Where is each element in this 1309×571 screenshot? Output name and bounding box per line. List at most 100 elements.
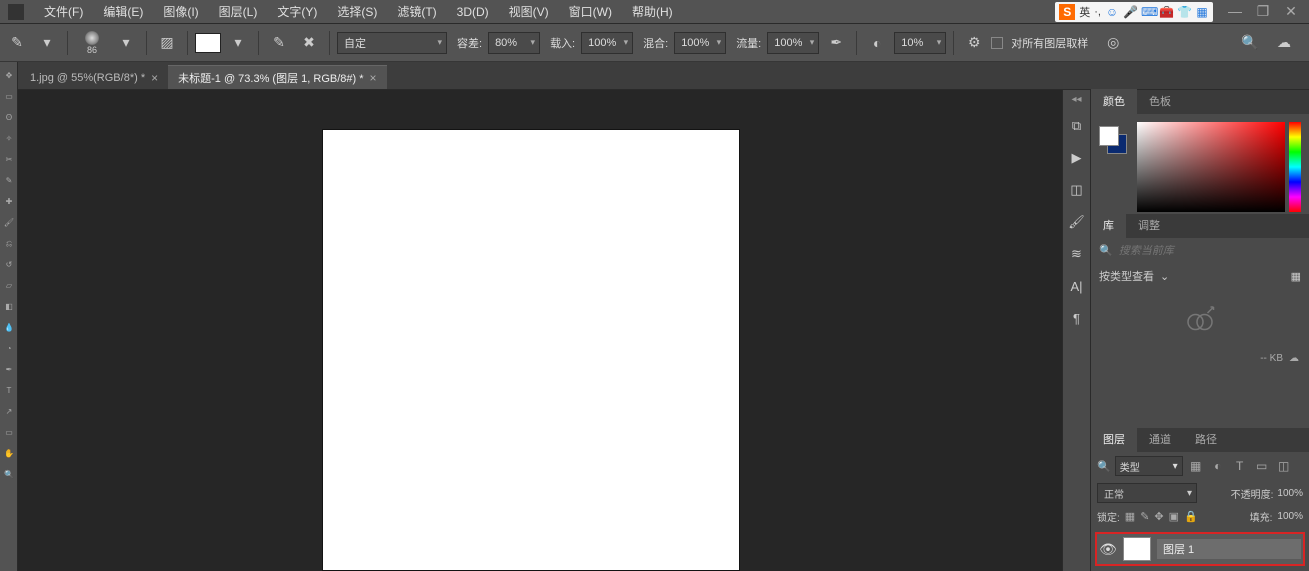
- swatch-dropdown[interactable]: ▾: [225, 30, 251, 56]
- stroke-erase-icon[interactable]: ✖: [296, 30, 322, 56]
- ime-keyboard-icon[interactable]: ⌨: [1141, 5, 1155, 19]
- ime-mic-icon[interactable]: 🎤: [1123, 5, 1137, 19]
- gear-icon[interactable]: ⚙: [961, 30, 987, 56]
- tool-dodge[interactable]: ◔: [0, 339, 18, 358]
- share-icon[interactable]: ☁: [1271, 30, 1297, 56]
- ime-skin-icon[interactable]: 👕: [1177, 5, 1191, 19]
- tool-crop[interactable]: ✂: [0, 150, 18, 169]
- filter-adjust-icon[interactable]: ◐: [1209, 457, 1227, 475]
- tool-stamp[interactable]: ⎌: [0, 234, 18, 253]
- grid-view-icon[interactable]: ▦: [1291, 270, 1301, 283]
- flow-dropdown[interactable]: 100%▾: [767, 32, 819, 54]
- menu-layer[interactable]: 图层(L): [209, 0, 268, 23]
- menu-help[interactable]: 帮助(H): [622, 0, 683, 23]
- tool-text[interactable]: T: [0, 381, 18, 400]
- filter-search-icon[interactable]: 🔍: [1097, 460, 1111, 473]
- lock-all-icon[interactable]: 🔒: [1184, 510, 1198, 523]
- ime-face-icon[interactable]: ☺: [1105, 5, 1119, 19]
- menu-text[interactable]: 文字(Y): [267, 0, 327, 23]
- color-picker[interactable]: [1137, 122, 1301, 212]
- hue-slider[interactable]: [1289, 122, 1301, 212]
- menu-filter[interactable]: 滤镜(T): [387, 0, 446, 23]
- panel-icon-brushes[interactable]: 🖌: [1067, 212, 1087, 232]
- tool-eraser[interactable]: ▱: [0, 276, 18, 295]
- ime-lang-label[interactable]: 英: [1079, 4, 1090, 20]
- panel-icon-brush-settings[interactable]: ≋: [1067, 244, 1087, 264]
- lock-artboard-icon[interactable]: ▣: [1169, 510, 1179, 523]
- tab-adjustments[interactable]: 调整: [1126, 213, 1172, 238]
- tool-lasso[interactable]: ʘ: [0, 108, 18, 127]
- layer-item-1[interactable]: 👁 图层 1: [1095, 532, 1305, 566]
- tab-channels[interactable]: 通道: [1137, 427, 1183, 452]
- brush-panel-icon[interactable]: ▨: [154, 30, 180, 56]
- wet-dropdown[interactable]: 10%▾: [894, 32, 946, 54]
- tab-library[interactable]: 库: [1091, 213, 1126, 238]
- foreground-color[interactable]: [1099, 126, 1119, 146]
- window-minimize-icon[interactable]: —: [1225, 3, 1245, 20]
- window-close-icon[interactable]: ✕: [1281, 3, 1301, 20]
- menu-edit[interactable]: 编辑(E): [93, 0, 153, 23]
- library-search-input[interactable]: [1119, 245, 1301, 257]
- tool-preset-dropdown[interactable]: ▾: [34, 30, 60, 56]
- canvas-area[interactable]: [0, 90, 1062, 571]
- sample-all-checkbox[interactable]: [991, 37, 1003, 49]
- panel-icon-actions[interactable]: ▶: [1067, 148, 1087, 168]
- opacity-value[interactable]: 100%: [1277, 488, 1303, 499]
- tool-indicator-icon[interactable]: ✎: [4, 30, 30, 56]
- blend-mode-dropdown[interactable]: 正常 ▾: [1097, 483, 1197, 503]
- tool-shape[interactable]: ▭: [0, 423, 18, 442]
- lock-position-icon[interactable]: ✥: [1154, 510, 1163, 523]
- ime-toolbar[interactable]: S 英 ·, ☺ 🎤 ⌨ 🧰 👕 ▦: [1055, 2, 1213, 22]
- filter-text-icon[interactable]: T: [1231, 457, 1249, 475]
- document-tab-2[interactable]: 未标题-1 @ 73.3% (图层 1, RGB/8#) * ×: [168, 65, 386, 89]
- menu-image[interactable]: 图像(I): [153, 0, 208, 23]
- collapse-arrow-icon[interactable]: ◂◂: [1071, 94, 1081, 104]
- document-tab-1[interactable]: 1.jpg @ 55%(RGB/8*) * ×: [20, 65, 168, 89]
- tool-path[interactable]: ↗: [0, 402, 18, 421]
- tolerance-dropdown[interactable]: 80%▾: [488, 32, 540, 54]
- filter-smart-icon[interactable]: ◫: [1275, 457, 1293, 475]
- panel-icon-history[interactable]: ⧉: [1067, 116, 1087, 136]
- cloud-sync-icon[interactable]: ☁: [1289, 353, 1299, 364]
- tool-wand[interactable]: ✧: [0, 129, 18, 148]
- load-dropdown[interactable]: 100%▾: [581, 32, 633, 54]
- canvas-page[interactable]: [323, 130, 739, 570]
- tool-gradient[interactable]: ◧: [0, 297, 18, 316]
- panel-icon-properties[interactable]: ◫: [1067, 180, 1087, 200]
- layer-name[interactable]: 图层 1: [1157, 539, 1301, 559]
- ime-toolbox-icon[interactable]: 🧰: [1159, 5, 1173, 19]
- ime-punct-label[interactable]: ·,: [1094, 6, 1101, 18]
- menu-view[interactable]: 视图(V): [499, 0, 559, 23]
- panel-icon-character[interactable]: A|: [1067, 276, 1087, 296]
- close-icon[interactable]: ×: [151, 71, 158, 85]
- foreground-swatch[interactable]: [195, 33, 221, 53]
- tool-blur[interactable]: 💧: [0, 318, 18, 337]
- window-restore-icon[interactable]: ❐: [1253, 3, 1273, 20]
- target-icon[interactable]: ◎: [1100, 30, 1126, 56]
- filter-kind-dropdown[interactable]: 类型 ▾: [1115, 456, 1183, 476]
- lock-pixels-icon[interactable]: ▦: [1125, 510, 1135, 523]
- panel-icon-paragraph[interactable]: ¶: [1067, 308, 1087, 328]
- tool-marquee[interactable]: ▭: [0, 87, 18, 106]
- tab-swatches[interactable]: 色板: [1137, 89, 1183, 114]
- tab-paths[interactable]: 路径: [1183, 427, 1229, 452]
- search-icon[interactable]: 🔍: [1237, 30, 1263, 56]
- tab-layers[interactable]: 图层: [1091, 427, 1137, 452]
- tool-eyedrop[interactable]: ✎: [0, 171, 18, 190]
- stroke-apply-icon[interactable]: ✎: [266, 30, 292, 56]
- layer-visibility-icon[interactable]: 👁: [1099, 541, 1117, 558]
- tab-color[interactable]: 颜色: [1091, 89, 1137, 114]
- menu-file[interactable]: 文件(F): [34, 0, 93, 23]
- brush-dropdown[interactable]: ▾: [113, 30, 139, 56]
- layer-thumbnail[interactable]: [1123, 537, 1151, 561]
- filter-pixel-icon[interactable]: ▦: [1187, 457, 1205, 475]
- menu-select[interactable]: 选择(S): [327, 0, 387, 23]
- close-icon[interactable]: ×: [370, 71, 377, 85]
- tool-move[interactable]: ✥: [0, 66, 18, 85]
- menu-window[interactable]: 窗口(W): [559, 0, 622, 23]
- blend-dropdown[interactable]: 100%▾: [674, 32, 726, 54]
- tool-brush[interactable]: 🖌: [0, 213, 18, 232]
- library-view-by[interactable]: 按类型查看 ⌄ ▦: [1091, 263, 1309, 289]
- menu-3d[interactable]: 3D(D): [447, 2, 499, 22]
- fg-bg-swatches[interactable]: [1099, 126, 1127, 154]
